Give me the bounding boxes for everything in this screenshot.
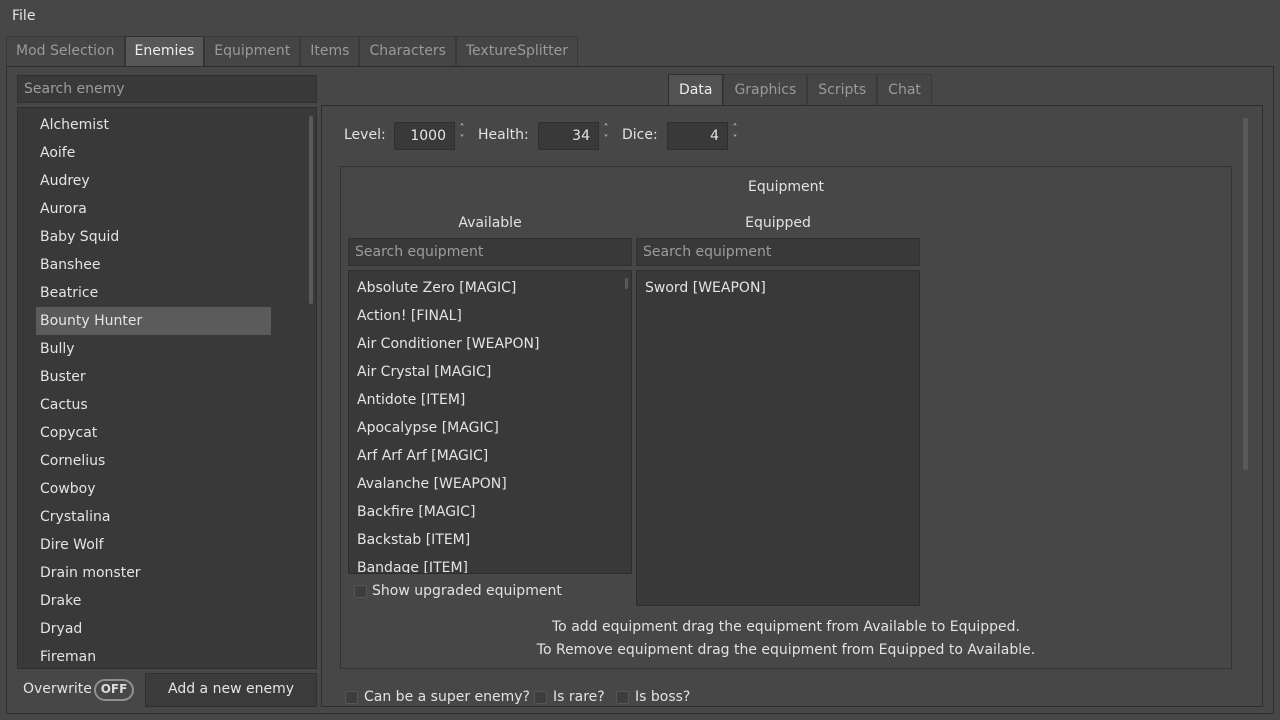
available-equipment-item[interactable]: Antidote [ITEM] [357,386,465,414]
tab-texturesplitter[interactable]: TextureSplitter [455,36,579,67]
main-tab-bar: Mod Selection Enemies Equipment Items Ch… [6,36,579,67]
dice-label: Dice: [622,127,658,143]
available-equipment-item[interactable]: Arf Arf Arf [MAGIC] [357,442,488,470]
equipped-search-input[interactable]: Search equipment [636,238,920,266]
level-label: Level: [344,127,386,143]
enemy-list-item[interactable]: Audrey [36,167,271,195]
equipped-equipment-item[interactable]: Sword [WEAPON] [645,274,766,302]
tab-mod-selection[interactable]: Mod Selection [6,36,125,67]
level-stepper-icon[interactable]: ˄ ˅ [456,123,468,149]
tab-enemies[interactable]: Enemies [124,36,205,67]
enemy-detail-tab-bar: Data Graphics Scripts Chat [668,74,932,106]
dice-stepper-icon[interactable]: ˄ ˅ [729,123,741,149]
enemy-list-item[interactable]: Bully [36,335,271,363]
enemy-list-item[interactable]: Aoife [36,139,271,167]
enemy-list-item[interactable]: Buster [36,363,271,391]
super-enemy-label: Can be a super enemy? [364,689,530,705]
overwrite-label: Overwrite [23,681,92,697]
enemy-list-item[interactable]: Cornelius [36,447,271,475]
equipment-hint-remove: To Remove equipment drag the equipment f… [536,642,1036,658]
enemy-search-input[interactable]: Search enemy [17,75,317,103]
available-title: Available [458,215,522,231]
equipment-hint-add: To add equipment drag the equipment from… [552,619,1020,635]
tab-characters[interactable]: Characters [359,36,456,67]
equipped-equipment-list[interactable]: Sword [WEAPON] [636,270,920,606]
enemy-list-item[interactable]: Baby Squid [36,223,271,251]
available-equipment-list[interactable]: Absolute Zero [MAGIC] Action! [FINAL] Ai… [348,270,632,574]
health-label: Health: [478,127,529,143]
available-equipment-item[interactable]: Apocalypse [MAGIC] [357,414,499,442]
enemy-list-item[interactable]: Alchemist [36,111,271,139]
enemy-list-item[interactable]: Fireman [36,643,271,668]
enemy-list-item[interactable]: Beatrice [36,279,271,307]
menu-file[interactable]: File [12,8,35,24]
enemy-list-item[interactable]: Copycat [36,419,271,447]
available-equipment-item[interactable]: Avalanche [WEAPON] [357,470,507,498]
available-equipment-item[interactable]: Backstab [ITEM] [357,526,470,554]
health-stepper-icon[interactable]: ˄ ˅ [600,123,612,149]
menu-bar: File [0,0,1280,34]
enemy-list-item[interactable]: Cactus [36,391,271,419]
super-enemy-checkbox[interactable] [345,691,358,704]
tab-equipment[interactable]: Equipment [204,36,301,67]
enemy-list-item-selected[interactable]: Bounty Hunter [36,307,271,335]
show-upgraded-label: Show upgraded equipment [372,583,562,599]
enemy-list-item[interactable]: Cowboy [36,475,271,503]
enemy-list-item[interactable]: Banshee [36,251,271,279]
enemy-list[interactable]: Alchemist Aoife Audrey Aurora Baby Squid… [17,107,317,669]
available-equipment-item[interactable]: Air Conditioner [WEAPON] [357,330,539,358]
enemy-list-item[interactable]: Drain monster [36,559,271,587]
tab-scripts[interactable]: Scripts [807,74,878,106]
equipment-group-title: Equipment [748,179,824,195]
tab-items[interactable]: Items [300,36,360,67]
is-boss-label: Is boss? [635,689,691,705]
available-list-scrollbar[interactable] [625,278,628,289]
dice-spinbox[interactable]: 4 [667,122,728,150]
available-equipment-item[interactable]: Action! [FINAL] [357,302,462,330]
is-rare-label: Is rare? [553,689,605,705]
enemy-list-item[interactable]: Drake [36,587,271,615]
available-equipment-item[interactable]: Air Crystal [MAGIC] [357,358,491,386]
equipped-title: Equipped [745,215,811,231]
level-spinbox[interactable]: 1000 [394,122,455,150]
add-new-enemy-button[interactable]: Add a new enemy [145,673,317,707]
enemy-list-scrollbar[interactable] [309,116,313,304]
tab-data[interactable]: Data [668,74,724,106]
overwrite-toggle[interactable]: OFF [94,679,134,701]
enemy-list-item[interactable]: Dryad [36,615,271,643]
available-search-input[interactable]: Search equipment [348,238,632,266]
available-equipment-item[interactable]: Backfire [MAGIC] [357,498,475,526]
is-rare-checkbox[interactable] [534,691,547,704]
tab-chat[interactable]: Chat [877,74,932,106]
available-equipment-item[interactable]: Bandage [ITEM] [357,554,468,573]
is-boss-checkbox[interactable] [616,691,629,704]
enemy-list-item[interactable]: Dire Wolf [36,531,271,559]
enemy-list-item[interactable]: Crystalina [36,503,271,531]
enemy-list-item[interactable]: Aurora [36,195,271,223]
flags-row: Can be a super enemy? Is rare? Is boss? [322,688,1262,706]
available-equipment-item[interactable]: Absolute Zero [MAGIC] [357,274,516,302]
tab-graphics[interactable]: Graphics [723,74,808,106]
data-pane-scrollbar[interactable] [1243,118,1248,470]
health-spinbox[interactable]: 34 [538,122,599,150]
show-upgraded-checkbox[interactable] [354,585,367,598]
